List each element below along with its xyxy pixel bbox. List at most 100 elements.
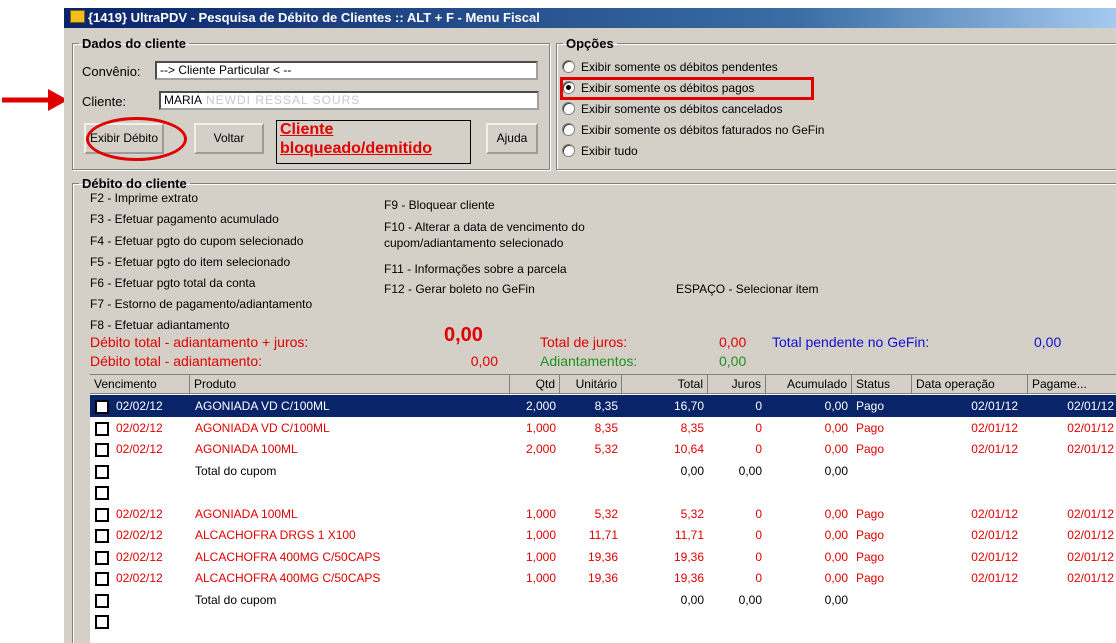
cell-produto: Total do cupom: [195, 463, 277, 478]
table-row[interactable]: [90, 481, 1116, 503]
cell-produto: Total do cupom: [195, 592, 277, 607]
cell-qtd: 1,000: [525, 506, 556, 521]
debito-juros-value: 0,00: [444, 324, 483, 346]
ajuda-button[interactable]: Ajuda: [486, 123, 538, 154]
row-checkbox[interactable]: [95, 507, 109, 522]
table-row[interactable]: [90, 610, 1116, 632]
cell-qtd: 1,000: [525, 571, 556, 585]
cell-data-operacao: 02/01/12: [971, 549, 1018, 564]
table-row[interactable]: Total do cupom 0,00 0,00 0,00: [90, 460, 1116, 482]
cliente-field[interactable]: MARIA NEWDI RESSAL SOURS: [159, 91, 539, 110]
debitos-grid[interactable]: Vencimento Produto Qtd Unitário Total Ju…: [90, 374, 1116, 643]
opcoes-legend: Opções: [566, 36, 614, 51]
col-vencimento[interactable]: Vencimento: [90, 375, 190, 394]
cell-qtd: 1,000: [525, 549, 556, 564]
table-row[interactable]: 02/02/12 ALCACHOFRA 400MG C/50CAPS 1,000 19…: [90, 567, 1116, 589]
option-pendentes[interactable]: Exibir somente os débitos pendentes: [562, 60, 778, 74]
cell-acumulado: 0,00: [824, 506, 848, 521]
table-row[interactable]: 02/02/12 ALCACHOFRA 400MG C/50CAPS 1,000 19…: [90, 546, 1116, 568]
row-checkbox[interactable]: [95, 550, 109, 565]
table-row[interactable]: 02/02/12 ALCACHOFRA DRGS 1 X100 1,000 11,71…: [90, 524, 1116, 546]
col-status[interactable]: Status: [852, 375, 912, 394]
cell-pagamento: 02/01/12: [1067, 442, 1114, 456]
radio-faturados[interactable]: [562, 123, 575, 136]
cell-juros: 0,00: [738, 592, 762, 607]
cell-acumulado: 0,00: [824, 420, 848, 435]
cell-unitario: 11,71: [588, 528, 618, 542]
option-cancelados-label: Exibir somente os débitos cancelados: [581, 102, 783, 116]
col-unitario[interactable]: Unitário: [560, 375, 622, 394]
help-f10: F10 - Alterar a data de vencimento do: [384, 220, 585, 234]
debito-juros-label: Débito total - adiantamento + juros:: [90, 334, 309, 350]
cell-data-operacao: 02/01/12: [971, 399, 1018, 413]
col-pagamento[interactable]: Pagame...: [1028, 375, 1116, 394]
annotation-arrow: [2, 89, 68, 111]
col-qtd[interactable]: Qtd: [510, 375, 560, 394]
app-window: {1419} UltraPDV - Pesquisa de Débito de …: [64, 8, 1116, 643]
cell-acumulado: 0,00: [824, 463, 848, 478]
cell-unitario: 8,35: [594, 420, 618, 435]
col-juros[interactable]: Juros: [708, 375, 766, 394]
table-row[interactable]: 02/02/12 AGONIADA 100ML 1,000 5,32 5,32 0 0,00…: [90, 503, 1116, 525]
exibir-highlight-ellipse: [86, 117, 187, 161]
option-pendentes-label: Exibir somente os débitos pendentes: [581, 60, 778, 74]
cell-acumulado: 0,00: [824, 442, 848, 456]
help-f3: F3 - Efetuar pagamento acumulado: [90, 212, 279, 226]
row-checkbox[interactable]: [95, 421, 109, 436]
gefin-label: Total pendente no GeFin:: [772, 334, 930, 350]
cell-total: 0,00: [680, 463, 704, 478]
cell-total: 10,64: [673, 442, 704, 456]
option-tudo-label: Exibir tudo: [581, 144, 638, 158]
col-total[interactable]: Total: [622, 375, 708, 394]
cell-produto: ALCACHOFRA 400MG C/50CAPS: [195, 571, 381, 585]
pagos-highlight-box: [560, 77, 814, 100]
row-checkbox[interactable]: [95, 529, 109, 543]
cell-vencimento: 02/02/12: [116, 571, 163, 585]
table-row[interactable]: 02/02/12 AGONIADA 100ML 2,000 5,32 10,64 0 0,0…: [90, 438, 1116, 460]
cell-juros: 0: [755, 528, 762, 542]
cell-unitario: 19,36: [587, 549, 618, 564]
cell-unitario: 5,32: [594, 506, 618, 521]
gefin-value: 0,00: [1034, 334, 1062, 350]
row-checkbox[interactable]: [95, 572, 109, 586]
dados-cliente-legend: Dados do cliente: [82, 36, 187, 51]
cell-juros: 0: [755, 549, 762, 564]
option-faturados[interactable]: Exibir somente os débitos faturados no G…: [562, 123, 824, 137]
cell-total: 5,32: [680, 506, 704, 521]
col-acumulado[interactable]: Acumulado: [766, 375, 852, 394]
help-espaco: ESPAÇO - Selecionar item: [676, 282, 819, 296]
cell-pagamento: 02/01/12: [1067, 399, 1114, 413]
cell-total: 19,36: [673, 549, 704, 564]
cell-total: 8,35: [680, 420, 704, 435]
col-produto[interactable]: Produto: [190, 375, 510, 394]
table-row[interactable]: 02/02/12 AGONIADA VD C/100ML 2,000 8,35 16,7…: [90, 395, 1116, 417]
row-checkbox[interactable]: [95, 593, 109, 608]
radio-pendentes[interactable]: [562, 60, 575, 73]
table-row[interactable]: Total do cupom 0,00 0,00 0,00: [90, 589, 1116, 611]
debito-value: 0,00: [470, 353, 498, 369]
row-checkbox[interactable]: [95, 443, 109, 457]
col-data-operacao[interactable]: Data operação: [912, 375, 1028, 394]
voltar-button[interactable]: Voltar: [194, 123, 264, 154]
cell-juros: 0,00: [738, 463, 762, 478]
row-checkbox[interactable]: [95, 400, 109, 414]
convenio-field[interactable]: --> Cliente Particular < --: [155, 61, 538, 80]
cell-qtd: 2,000: [525, 442, 556, 456]
radio-cancelados[interactable]: [562, 102, 575, 115]
cell-status: Pago: [856, 528, 885, 542]
adiantamentos-value: 0,00: [719, 353, 747, 369]
option-tudo[interactable]: Exibir tudo: [562, 144, 638, 158]
cell-pagamento: 02/01/12: [1067, 528, 1114, 542]
cell-vencimento: 02/02/12: [116, 506, 163, 521]
row-checkbox[interactable]: [95, 615, 109, 629]
cliente-label: Cliente:: [82, 94, 127, 109]
cell-produto: ALCACHOFRA 400MG C/50CAPS: [195, 549, 381, 564]
title-bar: {1419} UltraPDV - Pesquisa de Débito de …: [64, 8, 1116, 28]
row-checkbox[interactable]: [95, 464, 109, 479]
option-cancelados[interactable]: Exibir somente os débitos cancelados: [562, 102, 782, 116]
cell-unitario: 19,36: [587, 571, 618, 585]
row-checkbox[interactable]: [95, 486, 109, 500]
table-row[interactable]: 02/02/12 AGONIADA VD C/100ML 1,000 8,35 8,35…: [90, 417, 1116, 439]
help-f2: F2 - Imprime extrato: [90, 191, 199, 205]
radio-tudo[interactable]: [562, 144, 575, 157]
